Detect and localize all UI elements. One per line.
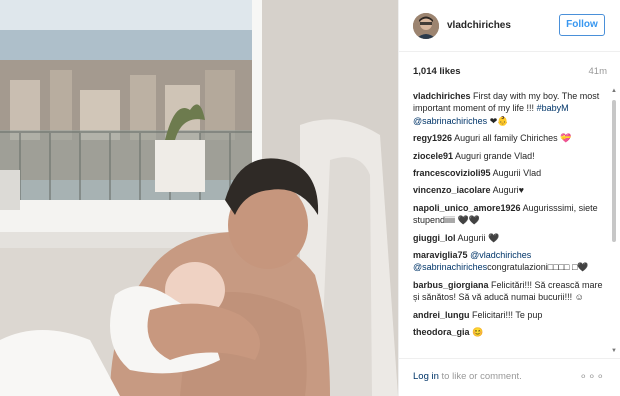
- likes-count[interactable]: 1,014 likes: [413, 66, 461, 77]
- post-footer: Log in to like or comment. ∘∘∘: [399, 358, 620, 396]
- login-link[interactable]: Log in: [413, 371, 439, 382]
- comment-username[interactable]: regy1926: [413, 133, 452, 143]
- login-prompt: Log in to like or comment.: [413, 371, 522, 382]
- comment-username[interactable]: theodora_gia: [413, 327, 470, 337]
- post-header: vladchiriches Follow: [399, 0, 620, 52]
- comments-scrollbar[interactable]: ▲ ▼: [611, 88, 617, 354]
- avatar[interactable]: [413, 13, 439, 39]
- comment-text: □□□□ □🖤: [547, 262, 589, 273]
- comment-username[interactable]: francescovizioli95: [413, 168, 491, 178]
- scroll-thumb[interactable]: [612, 100, 616, 242]
- avatar-image: [413, 13, 439, 39]
- username-link[interactable]: vladchiriches: [447, 20, 511, 31]
- comment-item: vincenzo_iacolare Auguri♥: [413, 184, 609, 196]
- comments-list: vladchiriches First day with my boy. The…: [413, 90, 609, 352]
- comment-item: francescovizioli95 Augurii Vlad: [413, 167, 609, 179]
- comment-item: napoli_unico_amore1926 Augurisssimi, sie…: [413, 202, 609, 227]
- comment-username[interactable]: barbus_giorgiana: [413, 280, 489, 290]
- comment-text: Augurii Vlad: [492, 168, 542, 179]
- comment-username[interactable]: napoli_unico_amore1926: [413, 203, 521, 213]
- post-photo[interactable]: [0, 0, 398, 396]
- comment-item: giuggi_lol Augurii 🖤: [413, 232, 609, 244]
- comment-item: ziocele91 Auguri grande Vlad!: [413, 150, 609, 162]
- comment-username[interactable]: maraviglia75: [413, 250, 468, 260]
- post-sidebar: vladchiriches Follow 1,014 likes 41m vla…: [398, 0, 620, 396]
- caption: vladchiriches First day with my boy. The…: [413, 90, 609, 127]
- instagram-embed: vladchiriches Follow 1,014 likes 41m vla…: [0, 0, 620, 396]
- father-with-newborn-image: [0, 0, 398, 396]
- comment-item: theodora_gia 😊: [413, 326, 609, 338]
- comment-text: Auguri♥: [492, 185, 524, 196]
- comment-item: regy1926 Auguri all family Chiriches 💝: [413, 132, 609, 144]
- login-prompt-text: to like or comment.: [438, 371, 522, 382]
- post-time[interactable]: 41m: [589, 66, 607, 77]
- comment-text-word: congratulazioni: [487, 262, 548, 273]
- comment-item: andrei_lungu Felicitari!!! Te pup: [413, 309, 609, 321]
- comment-text: Auguri grande Vlad!: [455, 150, 535, 161]
- comment-text: Augurii 🖤: [457, 232, 500, 243]
- comment-username[interactable]: giuggi_lol: [413, 233, 456, 243]
- comment-text: Felicitari!!! Te pup: [472, 309, 543, 320]
- comment-text: 😊: [472, 327, 484, 338]
- caption-emoji: ❤👶: [489, 115, 509, 126]
- comment-username[interactable]: vincenzo_iacolare: [413, 185, 491, 195]
- more-dots-icon[interactable]: ∘∘∘: [579, 369, 605, 383]
- comment-text: Auguri all family Chiriches 💝: [454, 133, 572, 144]
- comment-item: maraviglia75 @vladchiriches @sabrinachir…: [413, 249, 609, 274]
- comment-username[interactable]: andrei_lungu: [413, 310, 470, 320]
- follow-button[interactable]: Follow: [559, 14, 605, 36]
- likes-row: 1,014 likes 41m: [413, 66, 607, 78]
- scroll-down-arrow-icon[interactable]: ▼: [611, 348, 617, 354]
- caption-username[interactable]: vladchiriches: [413, 91, 471, 101]
- comment-username[interactable]: ziocele91: [413, 151, 453, 161]
- scroll-up-arrow-icon[interactable]: ▲: [611, 88, 617, 94]
- comment-item: barbus_giorgiana Felicitări!!! Să creasc…: [413, 279, 609, 304]
